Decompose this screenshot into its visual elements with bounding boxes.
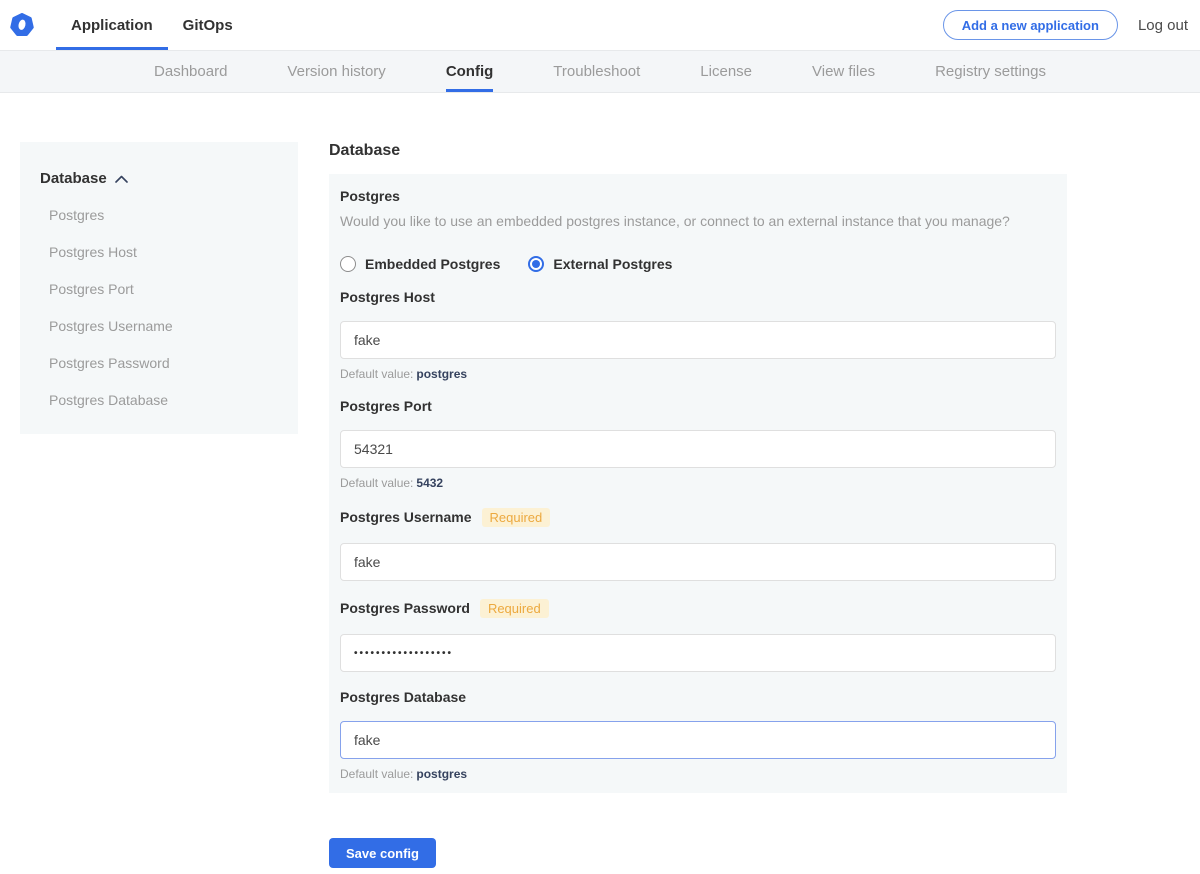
radio-unchecked-icon[interactable] xyxy=(340,256,356,272)
chevron-up-icon xyxy=(115,175,128,183)
radio-embedded-label: Embedded Postgres xyxy=(365,256,500,272)
field-label: Postgres Username xyxy=(340,510,472,525)
app-logo xyxy=(10,0,52,50)
hint-value: postgres xyxy=(416,767,467,781)
field-label: Postgres Host xyxy=(340,290,435,305)
field-postgres-password: Postgres Password Required xyxy=(340,599,1056,672)
postgres-host-input[interactable] xyxy=(340,321,1056,359)
postgres-type-radio-group: Embedded Postgres External Postgres xyxy=(340,256,1056,272)
subnav-view-files[interactable]: View files xyxy=(812,51,875,92)
sidebar-item-postgres-port[interactable]: Postgres Port xyxy=(49,281,278,297)
radio-embedded-postgres[interactable]: Embedded Postgres xyxy=(340,256,500,272)
field-label: Postgres Database xyxy=(340,690,466,705)
add-application-button[interactable]: Add a new application xyxy=(943,10,1118,40)
required-badge: Required xyxy=(482,508,551,527)
default-value-hint: Default value:5432 xyxy=(340,477,1056,490)
logout-link[interactable]: Log out xyxy=(1138,17,1188,34)
page-title: Database xyxy=(329,142,1067,160)
subnav-troubleshoot[interactable]: Troubleshoot xyxy=(553,51,640,92)
required-badge: Required xyxy=(480,599,549,618)
default-value-hint: Default value:postgres xyxy=(340,768,1056,781)
postgres-port-input[interactable] xyxy=(340,430,1056,468)
postgres-database-input[interactable] xyxy=(340,721,1056,759)
sidebar-item-list: Postgres Postgres Host Postgres Port Pos… xyxy=(40,207,278,408)
group-title: Postgres xyxy=(340,189,1056,204)
radio-external-label: External Postgres xyxy=(553,256,672,272)
config-main: Database Postgres Would you like to use … xyxy=(329,142,1067,868)
sidebar-item-postgres[interactable]: Postgres xyxy=(49,207,278,223)
config-sidebar: Database Postgres Postgres Host Postgres… xyxy=(20,142,298,434)
sidebar-group-database[interactable]: Database xyxy=(40,170,278,187)
subnav-license[interactable]: License xyxy=(700,51,752,92)
hint-label: Default value: xyxy=(340,767,413,781)
app-subnav: Dashboard Version history Config Trouble… xyxy=(0,50,1200,93)
sidebar-item-postgres-database[interactable]: Postgres Database xyxy=(49,392,278,408)
hint-value: postgres xyxy=(416,367,467,381)
field-postgres-username: Postgres Username Required xyxy=(340,508,1056,581)
hint-label: Default value: xyxy=(340,476,413,490)
subnav-config[interactable]: Config xyxy=(446,51,493,92)
postgres-username-input[interactable] xyxy=(340,543,1056,581)
sidebar-group-label: Database xyxy=(40,170,107,187)
field-postgres-host: Postgres Host Default value:postgres xyxy=(340,290,1056,381)
field-label: Postgres Password xyxy=(340,601,470,616)
header-actions: Add a new application Log out xyxy=(943,0,1200,50)
group-help-text: Would you like to use an embedded postgr… xyxy=(340,214,1056,229)
tab-gitops[interactable]: GitOps xyxy=(168,0,248,50)
subnav-dashboard[interactable]: Dashboard xyxy=(154,51,227,92)
sidebar-item-postgres-host[interactable]: Postgres Host xyxy=(49,244,278,260)
subnav-registry-settings[interactable]: Registry settings xyxy=(935,51,1046,92)
kots-logo-icon xyxy=(10,13,34,37)
postgres-password-input[interactable] xyxy=(340,634,1056,672)
hint-label: Default value: xyxy=(340,367,413,381)
tab-application[interactable]: Application xyxy=(56,0,168,50)
field-label: Postgres Port xyxy=(340,399,432,414)
hint-value: 5432 xyxy=(416,476,443,490)
subnav-version-history[interactable]: Version history xyxy=(287,51,385,92)
field-postgres-database: Postgres Database Default value:postgres xyxy=(340,690,1056,781)
sidebar-item-postgres-password[interactable]: Postgres Password xyxy=(49,355,278,371)
database-config-group: Postgres Would you like to use an embedd… xyxy=(329,174,1067,793)
radio-external-postgres[interactable]: External Postgres xyxy=(528,256,672,272)
top-header: Application GitOps Add a new application… xyxy=(0,0,1200,50)
radio-checked-icon[interactable] xyxy=(528,256,544,272)
field-postgres-port: Postgres Port Default value:5432 xyxy=(340,399,1056,490)
save-config-button[interactable]: Save config xyxy=(329,838,436,868)
default-value-hint: Default value:postgres xyxy=(340,368,1056,381)
primary-tabs: Application GitOps xyxy=(56,0,248,50)
config-page: Database Postgres Postgres Host Postgres… xyxy=(0,142,1200,868)
sidebar-item-postgres-username[interactable]: Postgres Username xyxy=(49,318,278,334)
